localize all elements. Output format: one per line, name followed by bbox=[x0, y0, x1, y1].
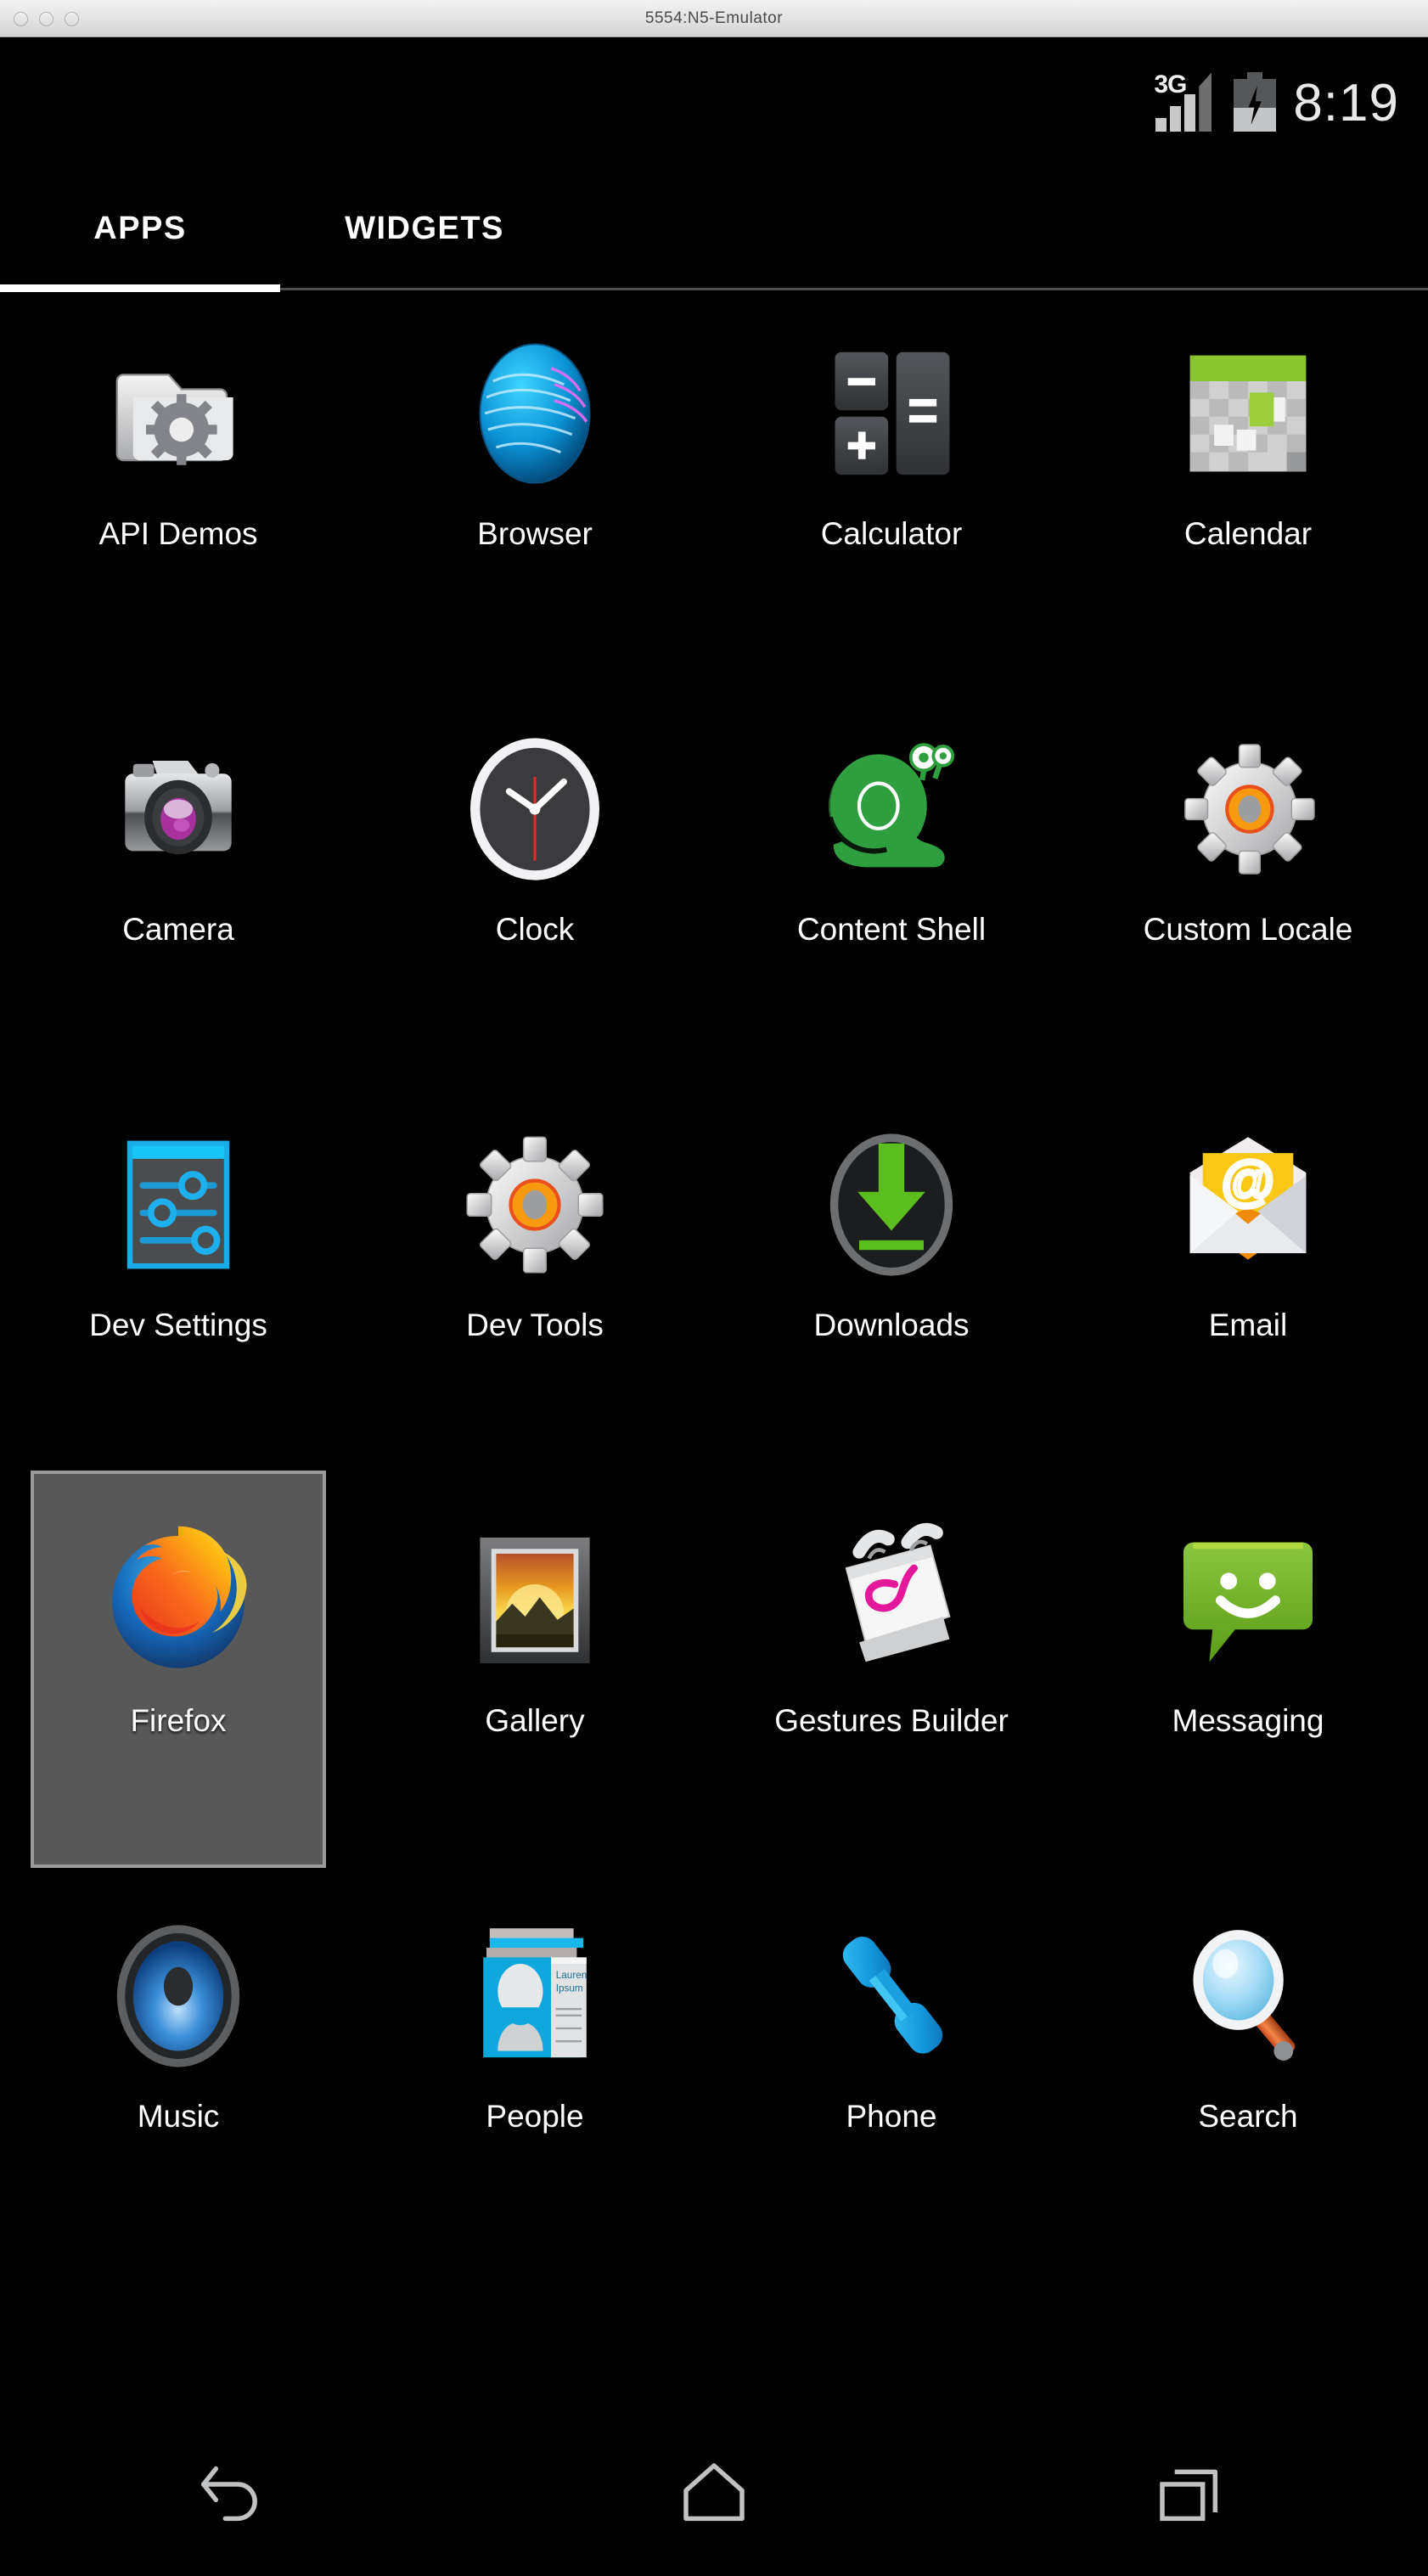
app-label: Gestures Builder bbox=[774, 1703, 1009, 1738]
window-controls bbox=[14, 0, 79, 37]
app-item-messaging[interactable]: Messaging bbox=[1070, 1482, 1426, 1878]
app-label: API Demos bbox=[98, 516, 258, 551]
close-circle[interactable] bbox=[14, 11, 28, 26]
browser-globe-icon bbox=[454, 333, 616, 494]
app-item-camera[interactable]: Camera bbox=[0, 691, 357, 1087]
camera-icon bbox=[98, 728, 259, 890]
gallery-photo-icon bbox=[454, 1520, 616, 1681]
app-label: Phone bbox=[846, 2099, 937, 2134]
app-label: Clock bbox=[495, 912, 575, 947]
app-grid: API Demos Browser Calculator Calendar Ca… bbox=[0, 295, 1428, 2274]
svg-text:@: @ bbox=[1220, 1150, 1276, 1212]
clock-icon bbox=[454, 728, 616, 890]
navigation-bar bbox=[0, 2415, 1428, 2576]
back-arrow-icon bbox=[191, 2447, 284, 2545]
app-item-calendar[interactable]: Calendar bbox=[1070, 295, 1426, 691]
status-bar: 3G 8:19 bbox=[0, 37, 1428, 165]
app-item-dev-settings[interactable]: Dev Settings bbox=[0, 1087, 357, 1482]
nav-back-button[interactable] bbox=[153, 2436, 323, 2555]
network-type-label: 3G bbox=[1154, 70, 1187, 98]
tab-active-indicator bbox=[0, 284, 280, 292]
home-icon bbox=[667, 2447, 761, 2545]
people-icon-name-line2: Ipsum bbox=[556, 1983, 583, 1994]
app-item-content-shell[interactable]: Content Shell bbox=[713, 691, 1070, 1087]
app-item-people[interactable]: Lauren Ipsum People bbox=[357, 1878, 713, 2274]
app-label: Search bbox=[1198, 2099, 1298, 2134]
minimize-circle[interactable] bbox=[39, 11, 53, 26]
tab-apps[interactable]: APPS bbox=[0, 165, 280, 292]
email-envelope-icon: @ bbox=[1167, 1124, 1329, 1285]
app-item-downloads[interactable]: Downloads bbox=[713, 1087, 1070, 1482]
app-item-music[interactable]: Music bbox=[0, 1878, 357, 2274]
app-item-firefox[interactable]: Firefox bbox=[0, 1471, 357, 1878]
app-item-gestures-builder[interactable]: Gestures Builder bbox=[713, 1482, 1070, 1878]
nav-home-button[interactable] bbox=[629, 2436, 799, 2555]
app-item-calculator[interactable]: Calculator bbox=[713, 295, 1070, 691]
tab-widgets-label: WIDGETS bbox=[345, 210, 504, 246]
messaging-bubble-icon bbox=[1167, 1520, 1329, 1681]
status-clock: 8:19 bbox=[1293, 74, 1399, 132]
tab-divider bbox=[280, 288, 1428, 290]
window-title: 5554:N5-Emulator bbox=[644, 8, 784, 27]
app-item-api-demos[interactable]: API Demos bbox=[0, 295, 357, 691]
calculator-icon bbox=[811, 333, 972, 494]
app-label: Messaging bbox=[1172, 1703, 1324, 1738]
signal-bars-icon: 3G bbox=[1154, 70, 1222, 132]
people-contact-icon: Lauren Ipsum bbox=[454, 1915, 616, 2077]
app-label: People bbox=[486, 2099, 584, 2134]
people-icon-name-line1: Lauren bbox=[556, 1970, 588, 1981]
gestures-builder-icon bbox=[811, 1520, 972, 1681]
app-item-clock[interactable]: Clock bbox=[357, 691, 713, 1087]
app-item-gallery[interactable]: Gallery bbox=[357, 1482, 713, 1878]
content-shell-snail-icon bbox=[811, 728, 972, 890]
search-magnifier-icon bbox=[1167, 1915, 1329, 2077]
app-label: Firefox bbox=[130, 1703, 227, 1738]
window-titlebar: 5554:N5-Emulator bbox=[0, 0, 1428, 37]
dev-settings-sliders-icon bbox=[98, 1124, 259, 1285]
app-label: Email bbox=[1208, 1308, 1288, 1342]
app-label: Calculator bbox=[820, 516, 963, 551]
app-item-custom-locale[interactable]: Custom Locale bbox=[1070, 691, 1426, 1087]
calendar-icon bbox=[1167, 333, 1329, 494]
app-item-email[interactable]: @ Email bbox=[1070, 1087, 1426, 1482]
firefox-icon bbox=[98, 1520, 259, 1681]
zoom-circle[interactable] bbox=[65, 11, 79, 26]
tab-apps-label: APPS bbox=[93, 210, 187, 246]
music-speaker-icon bbox=[98, 1915, 259, 2077]
app-label: Custom Locale bbox=[1143, 912, 1353, 947]
app-label: Gallery bbox=[485, 1703, 585, 1738]
app-item-dev-tools[interactable]: Dev Tools bbox=[357, 1087, 713, 1482]
battery-charging-icon bbox=[1234, 72, 1277, 132]
dev-tools-gear-icon bbox=[454, 1124, 616, 1285]
phone-handset-icon bbox=[811, 1915, 972, 2077]
app-item-search[interactable]: Search bbox=[1070, 1878, 1426, 2274]
api-demos-icon bbox=[98, 333, 259, 494]
app-label: Calendar bbox=[1183, 516, 1313, 551]
app-item-phone[interactable]: Phone bbox=[713, 1878, 1070, 2274]
tab-widgets[interactable]: WIDGETS bbox=[280, 165, 569, 292]
device-screen: 3G 8:19 APPS WIDGETS API Demos Browser C… bbox=[0, 37, 1428, 2576]
app-label: Content Shell bbox=[796, 912, 987, 947]
nav-recents-button[interactable] bbox=[1105, 2436, 1275, 2555]
app-label: Browser bbox=[477, 516, 593, 551]
recents-icon bbox=[1144, 2447, 1237, 2545]
app-label: Camera bbox=[122, 912, 234, 947]
app-label: Dev Settings bbox=[89, 1308, 267, 1342]
tab-bar: APPS WIDGETS bbox=[0, 165, 1428, 292]
downloads-arrow-icon bbox=[811, 1124, 972, 1285]
app-label: Music bbox=[137, 2099, 220, 2134]
custom-locale-gear-icon bbox=[1167, 728, 1329, 890]
app-item-browser[interactable]: Browser bbox=[357, 295, 713, 691]
app-label: Downloads bbox=[813, 1308, 970, 1342]
app-label: Dev Tools bbox=[466, 1308, 604, 1342]
